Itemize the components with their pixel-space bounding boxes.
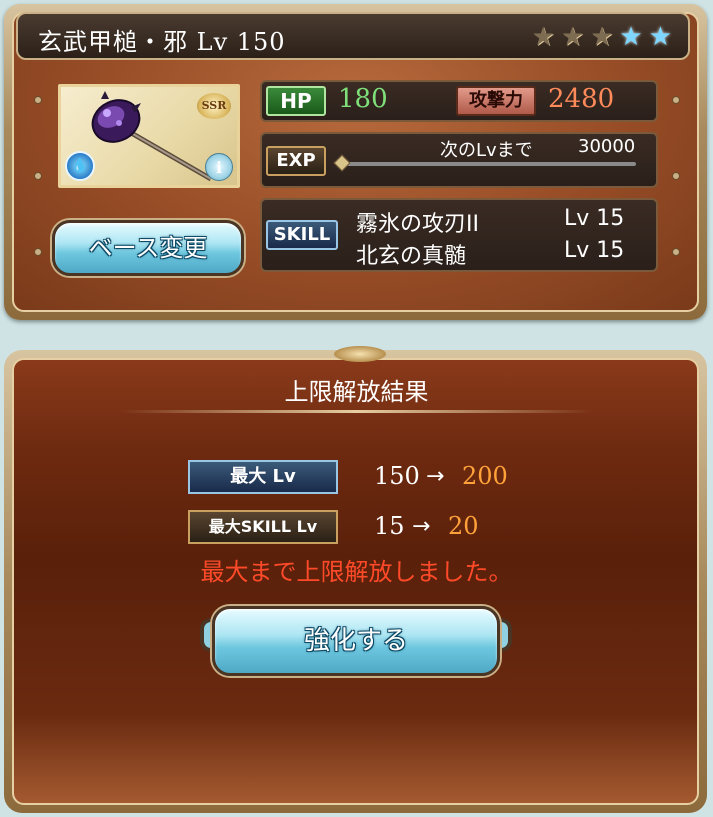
max-lv-label: 最大 Lv (188, 460, 338, 494)
uncap-stars: ★ ★ ★ ★ ★ (531, 24, 672, 50)
max-skill-label: 最大SKILL Lv (188, 510, 338, 544)
arrow-icon: → (412, 514, 431, 539)
max-skill-from: 15 (374, 512, 405, 540)
rivet-icon (34, 248, 42, 256)
weapon-image[interactable]: SSR 💧 i (58, 84, 240, 188)
weapon-title: 玄武甲槌・邪 Lv 150 (38, 28, 286, 56)
info-icon[interactable]: i (205, 153, 233, 181)
rivet-icon (34, 172, 42, 180)
divider (120, 410, 593, 413)
skill-name: 霧氷の攻刃II (356, 212, 479, 237)
hp-value: 180 (338, 84, 388, 114)
weapon-title-bar: 玄武甲槌・邪 Lv 150 ★ ★ ★ ★ ★ (16, 12, 690, 60)
rivet-icon (672, 172, 680, 180)
attack-label: 攻撃力 (456, 86, 536, 116)
blue-star-icon: ★ (648, 22, 672, 52)
max-skill-to: 20 (448, 512, 479, 540)
hp-label: HP (266, 86, 326, 116)
exp-bar (346, 162, 636, 166)
arrow-icon: → (426, 464, 445, 489)
exp-next-value: 30000 (578, 136, 636, 157)
bronze-star-icon: ★ (590, 22, 614, 52)
enhance-button[interactable]: 強化する (212, 606, 500, 676)
skill-level: Lv 15 (564, 206, 625, 231)
bronze-star-icon: ★ (560, 22, 585, 52)
bronze-star-icon: ★ (531, 22, 555, 52)
attack-value: 2480 (548, 84, 615, 114)
exp-next-label: 次のLvまで (440, 140, 533, 161)
blue-star-icon: ★ (619, 22, 643, 52)
ssr-badge: SSR (197, 93, 231, 119)
water-element-icon: 💧 (65, 151, 95, 181)
max-lv-to: 200 (462, 462, 508, 490)
limit-break-message: 最大まで上限解放しました。 (200, 558, 513, 586)
base-change-button[interactable]: ベース変更 (52, 220, 244, 276)
skill-label: SKILL (266, 220, 338, 250)
ornament-icon (334, 346, 386, 362)
rivet-icon (672, 96, 680, 104)
max-lv-from: 150 (374, 462, 420, 490)
result-title: 上限解放結果 (284, 378, 429, 406)
skill-level: Lv 15 (564, 238, 625, 263)
exp-label: EXP (266, 146, 326, 176)
rivet-icon (34, 96, 42, 104)
skill-name: 北玄の真髄 (356, 244, 467, 269)
rivet-icon (672, 248, 680, 256)
